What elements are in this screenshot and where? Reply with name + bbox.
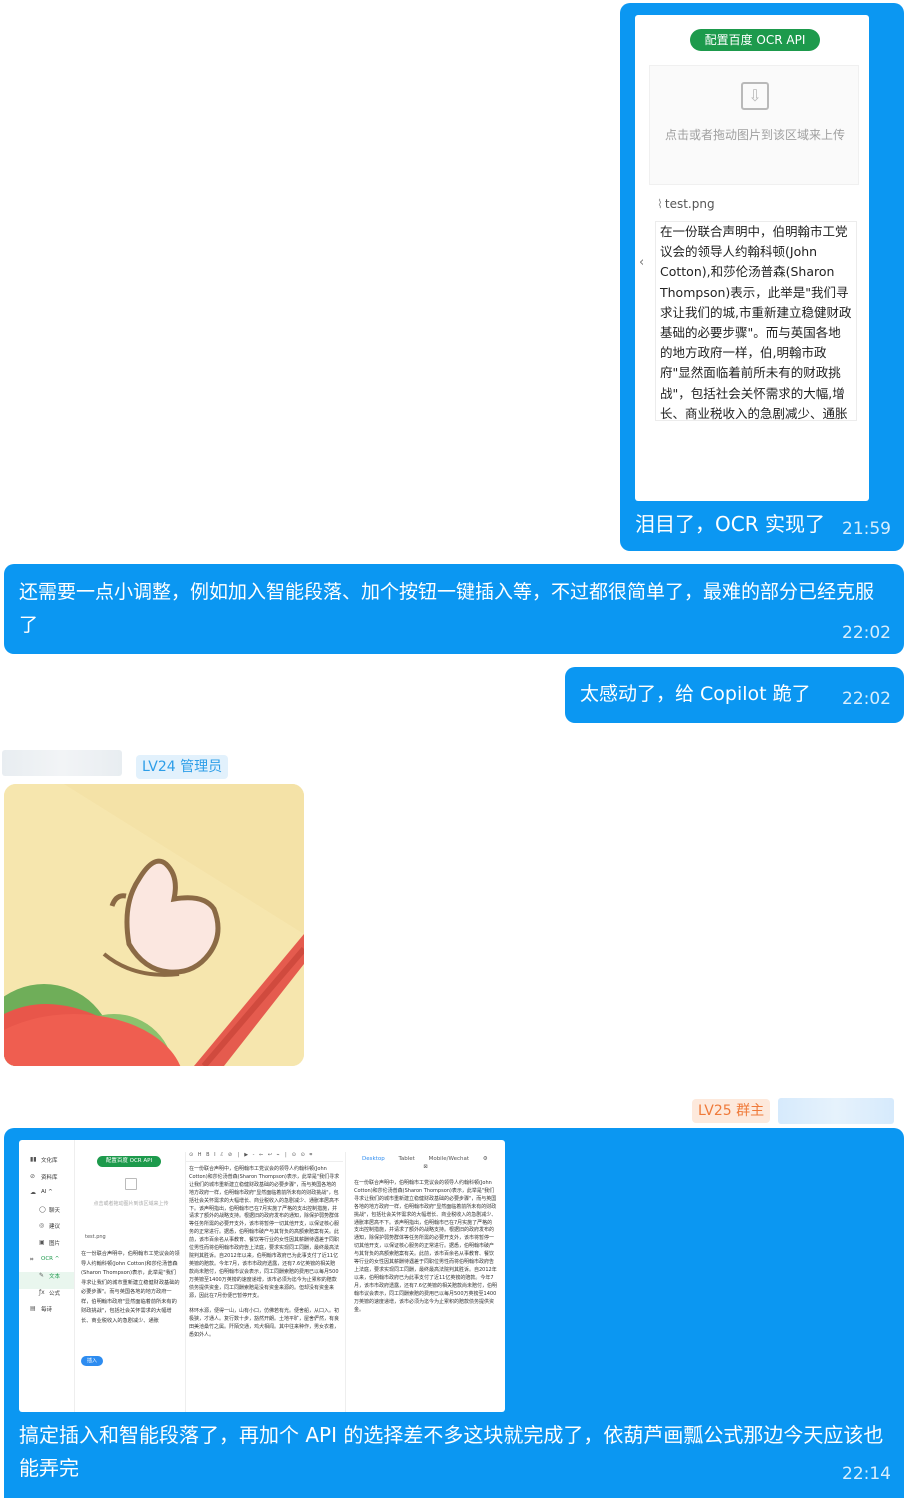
sidebar-item-label: 资料库 bbox=[41, 1174, 58, 1181]
admin-level-badge: LV24 管理员 bbox=[136, 755, 229, 779]
thumbs-up-sticker[interactable] bbox=[4, 784, 304, 1066]
ocr-result-text: 在一份联合声明中，伯明翰市工党议会的领导人约翰科顿(John Cotton),和… bbox=[655, 221, 857, 421]
file-name: test.png bbox=[664, 197, 715, 211]
sidebar-item-label: 文本 bbox=[49, 1274, 61, 1281]
library-icon: ▮▮ bbox=[30, 1156, 37, 1163]
insert-button[interactable]: 插入 bbox=[81, 1356, 103, 1366]
sidebar-item-label: 图片 bbox=[49, 1240, 61, 1247]
message-bubble[interactable]: 太感动了，给 Copilot 跪了 22:02 bbox=[565, 667, 904, 723]
sidebar-item[interactable]: ƒx 公式 bbox=[19, 1289, 74, 1306]
upload-dropzone[interactable]: ⇩ 点击或者拖动图片到该区域来上传 bbox=[649, 65, 859, 185]
sidebar-item-label: 公式 bbox=[49, 1290, 61, 1297]
editor-toolbar[interactable]: ⊙ H B I ℰ ⊘ │ ▶ - ⇐ ↩ ⌁ │ ⊙ ⊙ ⌗ bbox=[186, 1152, 343, 1162]
configure-ocr-button[interactable]: 配置百度 OCR API bbox=[690, 29, 820, 51]
message-bubble-app-screenshot[interactable]: ▮▮ 文化库 ⊘ 资料库 ☁ AI ^ ◯ 聊天 ◎ 建议 ▣ 图片 ⌗ OCR ^ ✎ 文本 … bbox=[4, 1128, 904, 1498]
sidebar-item[interactable]: ✎ 文本 bbox=[19, 1272, 74, 1289]
message-bubble-ocr[interactable]: 配置百度 OCR API ⇩ 点击或者拖动图片到该区域来上传 ⌇ test.png… bbox=[620, 3, 904, 551]
sender-name-blurred[interactable] bbox=[778, 1098, 894, 1124]
paperclip-icon: ⌇ bbox=[657, 197, 663, 211]
archive-download-icon: ⇩ bbox=[741, 82, 769, 110]
sidebar-item[interactable]: ▣ 图片 bbox=[19, 1239, 74, 1256]
file-name[interactable]: test.png bbox=[85, 1234, 106, 1240]
message-text: 搞定插入和智能段落了，再加个 API 的选择差不多这块就完成了，依葫芦画瓢公式那… bbox=[19, 1423, 884, 1480]
sticker-image bbox=[4, 784, 304, 1066]
message-time: 22:02 bbox=[842, 623, 891, 643]
owner-level-badge: LV25 群主 bbox=[692, 1099, 771, 1123]
suggest-icon: ◎ bbox=[39, 1222, 45, 1230]
tab-mobile[interactable]: Mobile/Wechat bbox=[429, 1156, 469, 1162]
message-text: 还需要一点小调整，例如加入智能段落、加个按钮一键插入等，不过都很简单了，最难的部… bbox=[19, 581, 875, 636]
uploaded-file[interactable]: ⌇ test.png bbox=[657, 197, 715, 211]
sidebar-item[interactable]: ⌗ OCR ^ bbox=[19, 1256, 74, 1273]
sidebar-item[interactable]: ▮▮ 文化库 bbox=[19, 1156, 74, 1173]
archive-download-icon bbox=[125, 1178, 137, 1190]
tab-desktop[interactable]: Desktop bbox=[362, 1156, 385, 1162]
message-time: 22:14 bbox=[842, 1464, 891, 1484]
upload-hint: 点击或者拖动图片到该区域来上传 bbox=[664, 128, 845, 142]
markdown-editor[interactable]: ⊙ H B I ℰ ⊘ │ ▶ - ⇐ ↩ ⌁ │ ⊙ ⊙ ⌗ 在一份联合声明中… bbox=[185, 1152, 343, 1412]
sidebar-item[interactable]: ▤ 每诗 bbox=[19, 1305, 74, 1322]
preview-panel: Desktop Tablet Mobile/Wechat ⚙ ⊠ 在一份联合声明… bbox=[345, 1152, 505, 1412]
settings-icon[interactable]: ⚙ bbox=[483, 1156, 488, 1162]
ocr-screenshot[interactable]: 配置百度 OCR API ⇩ 点击或者拖动图片到该区域来上传 ⌇ test.png… bbox=[635, 15, 869, 501]
message-time: 22:02 bbox=[842, 689, 891, 709]
editor-paragraph: 林环水源，便得一山，山有小口，仿佛若有光。便舍船，从口入。初极狭，才通人。复行数… bbox=[189, 1308, 340, 1339]
sidebar-item-label: 每诗 bbox=[41, 1307, 53, 1314]
sidebar-item-label: 文化库 bbox=[41, 1158, 58, 1164]
ai-icon: ☁ bbox=[30, 1189, 36, 1197]
sidebar-item[interactable]: ⊘ 资料库 bbox=[19, 1173, 74, 1190]
chat-icon: ◯ bbox=[39, 1205, 46, 1213]
editor-content[interactable]: 在一份联合声明中，伯明翰市工党议会的领导人约翰科顿(John Cotton)和莎… bbox=[186, 1162, 343, 1412]
sender-name-blurred[interactable] bbox=[2, 750, 122, 776]
sidebar-item-label: OCR ^ bbox=[41, 1255, 60, 1262]
sidebar-item[interactable]: ◯ 聊天 bbox=[19, 1206, 74, 1223]
upload-dropzone[interactable]: 点击或者拖动图片到该区域来上传 bbox=[81, 1172, 181, 1228]
ocr-panel: 配置百度 OCR API 点击或者拖动图片到该区域来上传 test.png 在一… bbox=[77, 1140, 185, 1412]
message-text: 泪目了，OCR 实现了 bbox=[635, 512, 825, 536]
sidebar-item-label: 聊天 bbox=[49, 1207, 61, 1214]
sidebar-item[interactable]: ◎ 建议 bbox=[19, 1222, 74, 1239]
sidebar-item-label: AI ^ bbox=[41, 1189, 53, 1196]
ocr-result-text: 在一份联合声明中，伯明翰市工党议会的领导人约翰科顿(John Cotton)和莎… bbox=[81, 1251, 180, 1324]
configure-ocr-button[interactable]: 配置百度 OCR API bbox=[97, 1156, 161, 1167]
app-sidebar: ▮▮ 文化库 ⊘ 资料库 ☁ AI ^ ◯ 聊天 ◎ 建议 ▣ 图片 ⌗ OCR ^ ✎ 文本 … bbox=[19, 1140, 75, 1412]
preview-content: 在一份联合声明中，伯明翰市工党议会的领导人约翰科顿(John Cotton)和莎… bbox=[354, 1180, 497, 1313]
message-text: 太感动了，给 Copilot 跪了 bbox=[580, 683, 811, 705]
upload-hint: 点击或者拖动图片到该区域来上传 bbox=[93, 1201, 169, 1207]
chevron-left-icon[interactable]: ‹ bbox=[639, 255, 644, 270]
editor-paragraph: 在一份联合声明中，伯明翰市工党议会的领导人约翰科顿(John Cotton)和莎… bbox=[189, 1166, 340, 1299]
text-icon: ✎ bbox=[39, 1272, 45, 1280]
message-bubble[interactable]: 还需要一点小调整，例如加入智能段落、加个按钮一键插入等，不过都很简单了，最难的部… bbox=[4, 564, 904, 654]
message-time: 21:59 bbox=[842, 519, 891, 539]
formula-icon: ƒx bbox=[39, 1288, 45, 1296]
app-screenshot[interactable]: ▮▮ 文化库 ⊘ 资料库 ☁ AI ^ ◯ 聊天 ◎ 建议 ▣ 图片 ⌗ OCR ^ ✎ 文本 … bbox=[19, 1140, 505, 1412]
sidebar-item-label: 建议 bbox=[49, 1224, 61, 1231]
ocr-icon: ⌗ bbox=[30, 1255, 34, 1263]
materials-icon: ⊘ bbox=[30, 1172, 36, 1180]
sidebar-item[interactable]: ☁ AI ^ bbox=[19, 1189, 74, 1206]
poem-icon: ▤ bbox=[30, 1305, 36, 1313]
image-icon: ▣ bbox=[39, 1238, 45, 1246]
tab-tablet[interactable]: Tablet bbox=[398, 1156, 414, 1162]
